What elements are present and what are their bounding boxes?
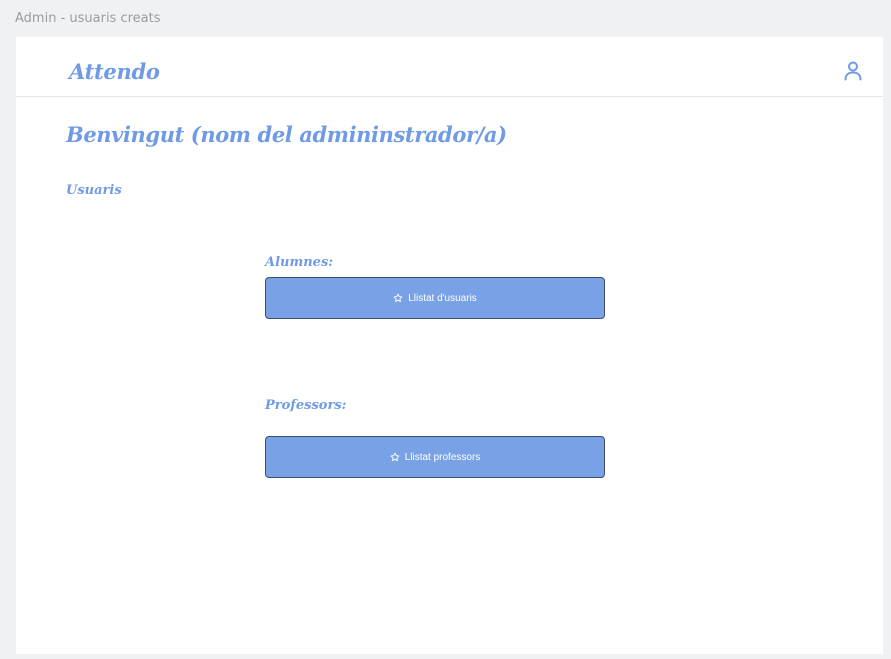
page-title: Benvingut (nom del admininstrador/a) xyxy=(66,122,507,147)
list-users-button[interactable]: Llistat d'usuaris xyxy=(265,277,605,319)
star-icon xyxy=(390,452,400,462)
user-icon[interactable] xyxy=(842,60,864,82)
list-users-button-label: Llistat d'usuaris xyxy=(408,292,477,304)
page-frame: Attendo Benvingut (nom del admininstrado… xyxy=(16,37,883,654)
list-teachers-button[interactable]: Llistat professors xyxy=(265,436,605,478)
star-icon xyxy=(393,293,403,303)
group-label-alumnes: Alumnes: xyxy=(265,255,334,270)
section-heading-usuaris: Usuaris xyxy=(66,183,122,198)
top-navbar: Attendo xyxy=(16,37,883,97)
group-label-professors: Professors: xyxy=(265,398,347,413)
list-teachers-button-label: Llistat professors xyxy=(404,451,481,463)
brand-logo[interactable]: Attendo xyxy=(69,59,160,84)
frame-title: Admin - usuaris creats xyxy=(15,11,161,26)
